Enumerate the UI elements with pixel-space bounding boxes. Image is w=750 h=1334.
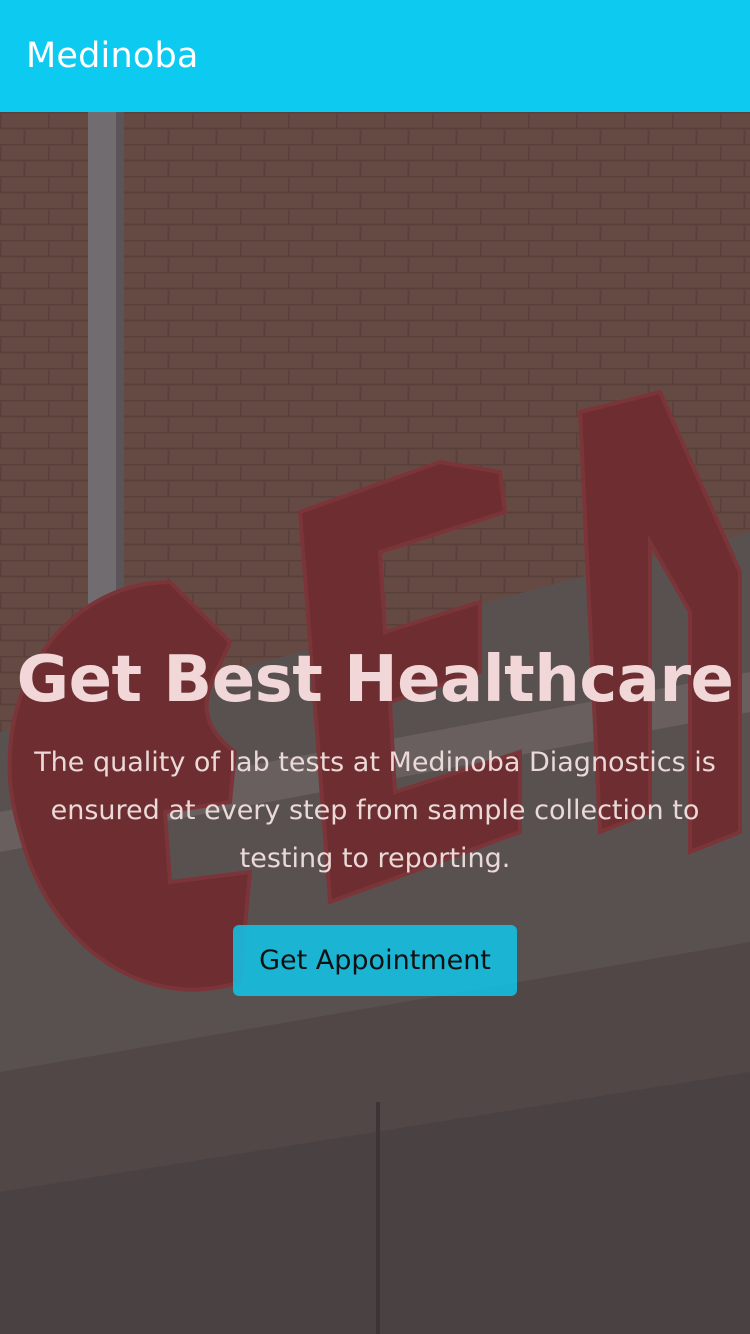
hero-content: Get Best Healthcare The quality of lab t… (0, 642, 750, 996)
get-appointment-button[interactable]: Get Appointment (233, 924, 517, 996)
navbar: Medinoba (0, 0, 750, 112)
brand-logo[interactable]: Medinoba (26, 36, 199, 76)
hero-title: Get Best Healthcare (16, 643, 734, 717)
hero-section: Get Best Healthcare The quality of lab t… (0, 112, 750, 1334)
hero-description: The quality of lab tests at Medinoba Dia… (34, 746, 716, 874)
